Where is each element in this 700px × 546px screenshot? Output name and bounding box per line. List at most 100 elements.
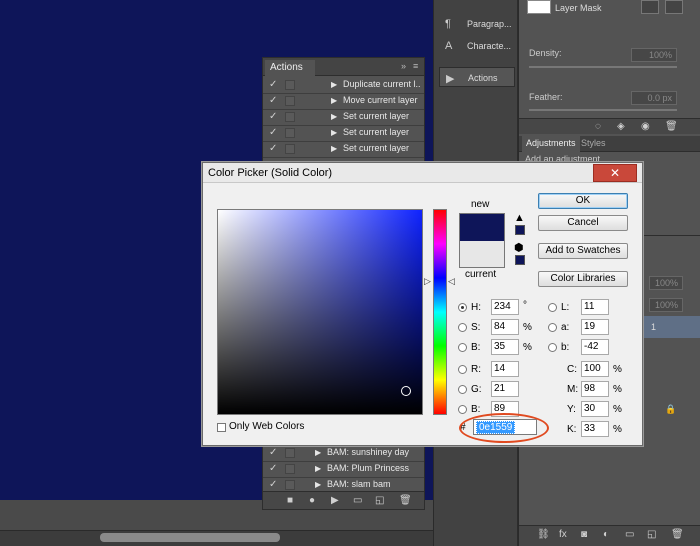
dock-item-paragraph[interactable]: ¶ Paragrap... (439, 14, 515, 34)
adjustment-icon[interactable]: ◐ (603, 529, 609, 540)
expand-triangle-icon[interactable]: ▶ (331, 80, 337, 89)
saturation-brightness-field[interactable] (217, 209, 423, 415)
m-field[interactable]: 98 (581, 381, 609, 397)
check-icon[interactable]: ✓ (269, 95, 277, 106)
hue-slider-left-arrow-icon[interactable]: ▷ (424, 276, 431, 287)
hue-slider-right-arrow-icon[interactable]: ◁ (448, 276, 455, 287)
tab-adjustments[interactable]: Adjustments (522, 136, 580, 152)
layer-mask-thumbnail[interactable] (527, 0, 551, 14)
dialog-toggle[interactable] (285, 448, 295, 458)
feather-slider[interactable] (529, 109, 677, 111)
collapse-icon[interactable]: » (401, 61, 406, 71)
dialog-toggle[interactable] (285, 96, 295, 106)
close-button[interactable]: ✕ (593, 164, 637, 182)
radio-blue[interactable] (458, 405, 467, 414)
action-row[interactable]: ✓ ▶ Set current layer (263, 142, 424, 158)
dialog-toggle[interactable] (285, 80, 295, 90)
fill-field[interactable]: 100% (649, 298, 683, 312)
mask-icon[interactable]: ◙ (581, 529, 587, 540)
gamut-swatch[interactable] (515, 225, 525, 235)
expand-triangle-icon[interactable]: ▶ (315, 448, 321, 457)
trash-icon[interactable]: 🗑 (671, 529, 684, 540)
c-field[interactable]: 100 (581, 361, 609, 377)
a-field[interactable]: 19 (581, 319, 609, 335)
hue-slider[interactable] (433, 209, 447, 415)
tab-styles[interactable]: Styles (581, 138, 606, 148)
color-libraries-button[interactable]: Color Libraries (538, 271, 628, 287)
action-row[interactable]: ✓ ▶ Set current layer (263, 110, 424, 126)
dialog-toggle[interactable] (285, 144, 295, 154)
add-to-swatches-button[interactable]: Add to Swatches (538, 243, 628, 259)
check-icon[interactable]: ✓ (269, 79, 277, 90)
action-row[interactable]: ✓ ▶ Move current layer (263, 94, 424, 110)
cancel-button[interactable]: Cancel (538, 215, 628, 231)
trash-icon[interactable]: 🗑 (399, 495, 412, 506)
expand-triangle-icon[interactable]: ▶ (315, 464, 321, 473)
l-field[interactable]: 11 (581, 299, 609, 315)
k-field[interactable]: 33 (581, 421, 609, 437)
record-icon[interactable]: ● (309, 495, 315, 506)
dock-item-character[interactable]: A Characte... (439, 36, 515, 56)
density-field[interactable]: 100% (631, 48, 677, 62)
expand-triangle-icon[interactable]: ▶ (331, 112, 337, 121)
group-icon[interactable]: ▭ (625, 529, 634, 540)
new-set-icon[interactable]: ▭ (353, 495, 362, 506)
color-picker-handle[interactable] (401, 386, 411, 396)
dialog-toggle[interactable] (285, 128, 295, 138)
lab-b-field[interactable]: -42 (581, 339, 609, 355)
fx-icon[interactable]: fx (559, 529, 567, 540)
action-row[interactable]: ✓ ▶ BAM: Plum Princess (263, 462, 424, 478)
check-icon[interactable]: ✓ (269, 127, 277, 138)
radio-a[interactable] (548, 323, 557, 332)
action-row[interactable]: ✓ ▶ BAM: sunshiney day (263, 446, 424, 462)
s-field[interactable]: 84 (491, 319, 519, 335)
tab-actions[interactable]: Actions (265, 60, 315, 76)
play-icon[interactable]: ▶ (331, 495, 339, 506)
ok-button[interactable]: OK (538, 193, 628, 209)
selected-layer-row[interactable]: 1 (639, 316, 700, 338)
action-row[interactable]: ✓ ▶ Duplicate current l... (263, 78, 424, 94)
h-field[interactable]: 234 (491, 299, 519, 315)
b-field[interactable]: 35 (491, 339, 519, 355)
expand-triangle-icon[interactable]: ▶ (315, 480, 321, 489)
trash-icon[interactable]: 🗑 (665, 121, 678, 132)
r-field[interactable]: 14 (491, 361, 519, 377)
visibility-icon[interactable]: ◉ (641, 121, 650, 132)
expand-triangle-icon[interactable]: ▶ (331, 96, 337, 105)
horizontal-scroll-thumb[interactable] (100, 533, 280, 542)
dialog-toggle[interactable] (285, 464, 295, 474)
opacity-field[interactable]: 100% (649, 276, 683, 290)
panel-menu-icon[interactable]: ≡ (413, 61, 418, 71)
dock-item-actions[interactable]: ▶ Actions (439, 67, 515, 87)
web-safe-cube-icon[interactable]: ⬢ (514, 241, 524, 254)
density-slider[interactable] (529, 66, 677, 68)
dialog-titlebar[interactable]: Color Picker (Solid Color) ✕ (203, 163, 642, 183)
check-icon[interactable]: ✓ (269, 143, 277, 154)
new-action-icon[interactable]: ◱ (375, 495, 384, 506)
action-row[interactable]: ✓ ▶ Set current layer (263, 126, 424, 142)
check-icon[interactable]: ✓ (269, 111, 277, 122)
load-selection-icon[interactable]: ◌ (595, 121, 601, 132)
web-safe-swatch[interactable] (515, 255, 525, 265)
link-icon[interactable]: ⛓ (537, 529, 550, 540)
pixel-mask-button[interactable] (641, 0, 659, 14)
new-layer-icon[interactable]: ◱ (647, 529, 656, 540)
expand-triangle-icon[interactable]: ▶ (331, 144, 337, 153)
radio-s[interactable] (458, 323, 467, 332)
check-icon[interactable]: ✓ (269, 479, 277, 490)
radio-l[interactable] (548, 303, 557, 312)
radio-lab-b[interactable] (548, 343, 557, 352)
stop-icon[interactable]: ■ (287, 495, 293, 506)
out-of-gamut-warning-icon[interactable]: ▲ (514, 212, 525, 224)
radio-h[interactable] (458, 303, 467, 312)
expand-triangle-icon[interactable]: ▶ (331, 128, 337, 137)
dialog-toggle[interactable] (285, 480, 295, 490)
check-icon[interactable]: ✓ (269, 447, 277, 458)
radio-b[interactable] (458, 343, 467, 352)
feather-field[interactable]: 0.0 px (631, 91, 677, 105)
radio-g[interactable] (458, 385, 467, 394)
only-web-colors-checkbox[interactable] (217, 423, 226, 432)
check-icon[interactable]: ✓ (269, 463, 277, 474)
apply-mask-icon[interactable]: ◈ (617, 121, 625, 132)
radio-r[interactable] (458, 365, 467, 374)
